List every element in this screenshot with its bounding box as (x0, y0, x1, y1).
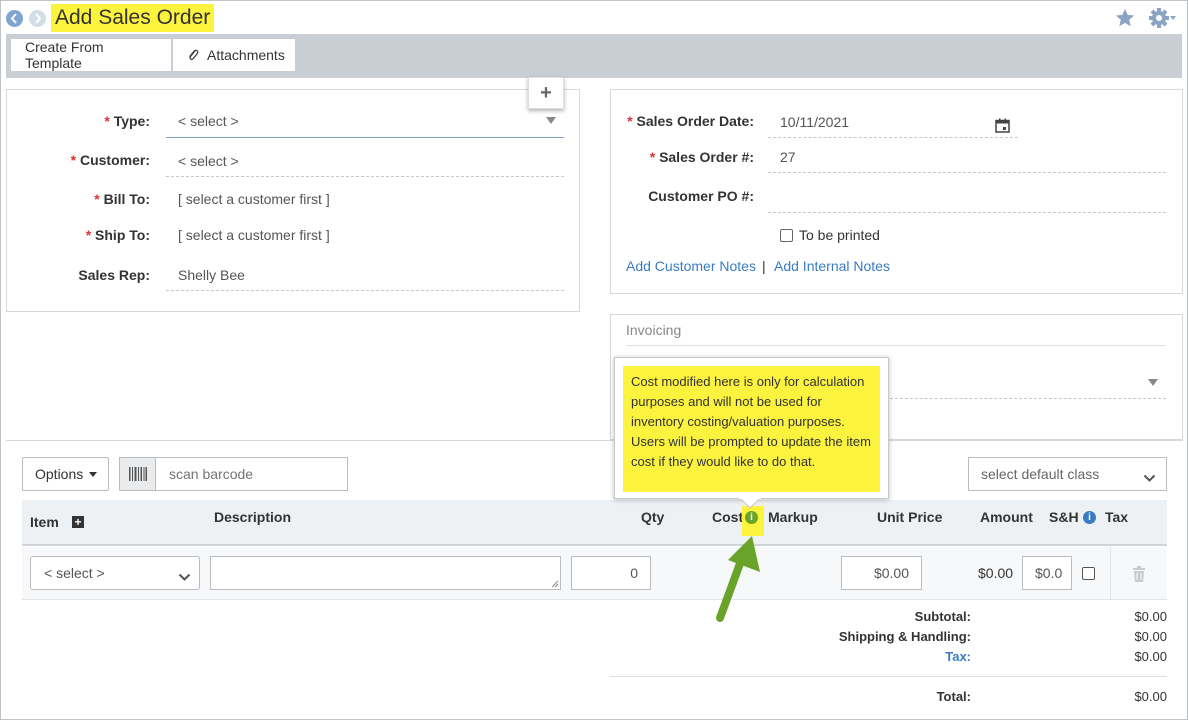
customer-po-field[interactable] (768, 182, 1166, 213)
sales-order-number-field[interactable]: 27 (768, 143, 1166, 173)
item-header: Item (30, 514, 59, 530)
bill-to-field[interactable]: [ select a customer first ] (166, 186, 564, 216)
subtotal-value: $0.00 (1134, 609, 1167, 624)
customer-label: * Customer: (70, 152, 150, 168)
item-select-value: < select > (44, 565, 105, 581)
customer-po-label: Customer PO #: (648, 188, 754, 204)
type-value: < select > (178, 113, 239, 129)
star-icon[interactable] (1114, 7, 1136, 32)
sales-order-date-field[interactable]: 10/11/2021 (768, 108, 1018, 138)
barcode-input-group[interactable] (119, 457, 348, 491)
scan-barcode-input[interactable] (167, 465, 347, 483)
arrow-left-icon[interactable] (6, 10, 23, 27)
sales-rep-select[interactable]: Shelly Bee (166, 262, 564, 291)
calendar-icon[interactable] (995, 114, 1010, 142)
subtotal-label: Subtotal: (914, 609, 971, 624)
tax-value: $0.00 (1134, 649, 1167, 664)
add-item-icon[interactable]: + (72, 516, 84, 528)
invoicing-title: Invoicing (626, 322, 682, 338)
page-title: Add Sales Order (51, 4, 215, 32)
chevron-down-icon (1148, 379, 1158, 386)
caret-down-icon (89, 471, 98, 477)
unit-price-input[interactable]: $0.00 (841, 556, 922, 590)
tax-header: Tax (1105, 509, 1129, 525)
ship-to-label: * Ship To: (85, 227, 150, 243)
options-label: Options (35, 466, 84, 482)
invoicing-select[interactable] (880, 368, 1166, 399)
create-from-template-label: Create From Template (25, 39, 104, 71)
info-icon[interactable]: i (745, 511, 758, 524)
info-icon[interactable]: i (1083, 511, 1096, 524)
default-class-placeholder: select default class (981, 466, 1100, 482)
create-from-template-button[interactable]: Create From Template (10, 38, 172, 72)
description-header: Description (214, 509, 292, 525)
customer-select[interactable]: < select > (166, 148, 564, 177)
sh-input[interactable]: $0.0 (1022, 556, 1072, 590)
ship-to-field[interactable]: [ select a customer first ] (166, 222, 564, 252)
invoicing-divider (626, 345, 1166, 346)
totals-divider (610, 676, 1167, 677)
tax-link[interactable]: Tax: (771, 649, 971, 664)
options-button[interactable]: Options (22, 457, 109, 491)
cost-header: Cost (712, 509, 744, 525)
notes-separator: | (762, 258, 766, 274)
chevron-down-icon (546, 117, 556, 124)
qty-input[interactable]: 0 (571, 556, 651, 590)
amount-header: Amount (980, 509, 1033, 525)
total-label: Total: (936, 689, 971, 704)
tooltip-text: Cost modified here is only for calculati… (623, 366, 880, 492)
attachments-button[interactable]: Attachments (172, 38, 296, 72)
add-customer-notes-link[interactable]: Add Customer Notes (626, 258, 756, 274)
sh-header: S&H (1049, 509, 1079, 525)
sales-order-date-value: 10/11/2021 (780, 114, 850, 130)
default-class-select[interactable]: select default class (968, 457, 1167, 491)
chevron-down-icon (178, 569, 191, 585)
arrow-right-icon[interactable] (29, 10, 46, 27)
add-button[interactable]: + (528, 77, 564, 109)
total-value: $0.00 (1134, 689, 1167, 704)
sales-order-date-label: * Sales Order Date: (627, 113, 754, 129)
barcode-icon (120, 458, 156, 490)
type-label: * Type: (104, 113, 150, 129)
paperclip-icon (187, 48, 199, 62)
sales-order-number-label: * Sales Order #: (649, 149, 754, 165)
item-select[interactable]: < select > (30, 556, 200, 590)
annotation-arrow-icon (716, 536, 760, 622)
trash-icon[interactable] (1110, 547, 1167, 600)
markup-header: Markup (768, 509, 818, 525)
gear-icon[interactable] (1148, 7, 1178, 32)
unit-price-header: Unit Price (877, 509, 943, 525)
amount-value: $0.00 (978, 565, 1014, 581)
chevron-down-icon (1143, 470, 1156, 486)
to-be-printed-checkbox[interactable] (780, 229, 793, 242)
tooltip-pointer (739, 498, 761, 509)
qty-header: Qty (641, 509, 665, 525)
sales-rep-label: Sales Rep: (78, 267, 150, 283)
shipping-value: $0.00 (1134, 629, 1167, 644)
type-select[interactable]: < select > (166, 108, 564, 138)
resize-handle-icon[interactable] (551, 580, 559, 588)
attachments-label: Attachments (207, 47, 285, 63)
description-textarea[interactable] (210, 556, 561, 590)
shipping-label: Shipping & Handling: (838, 629, 971, 644)
cost-tooltip: Cost modified here is only for calculati… (614, 357, 889, 499)
bill-to-label: * Bill To: (94, 191, 150, 207)
tax-checkbox[interactable] (1082, 567, 1095, 580)
add-internal-notes-link[interactable]: Add Internal Notes (774, 258, 890, 274)
to-be-printed-label: To be printed (799, 227, 880, 243)
